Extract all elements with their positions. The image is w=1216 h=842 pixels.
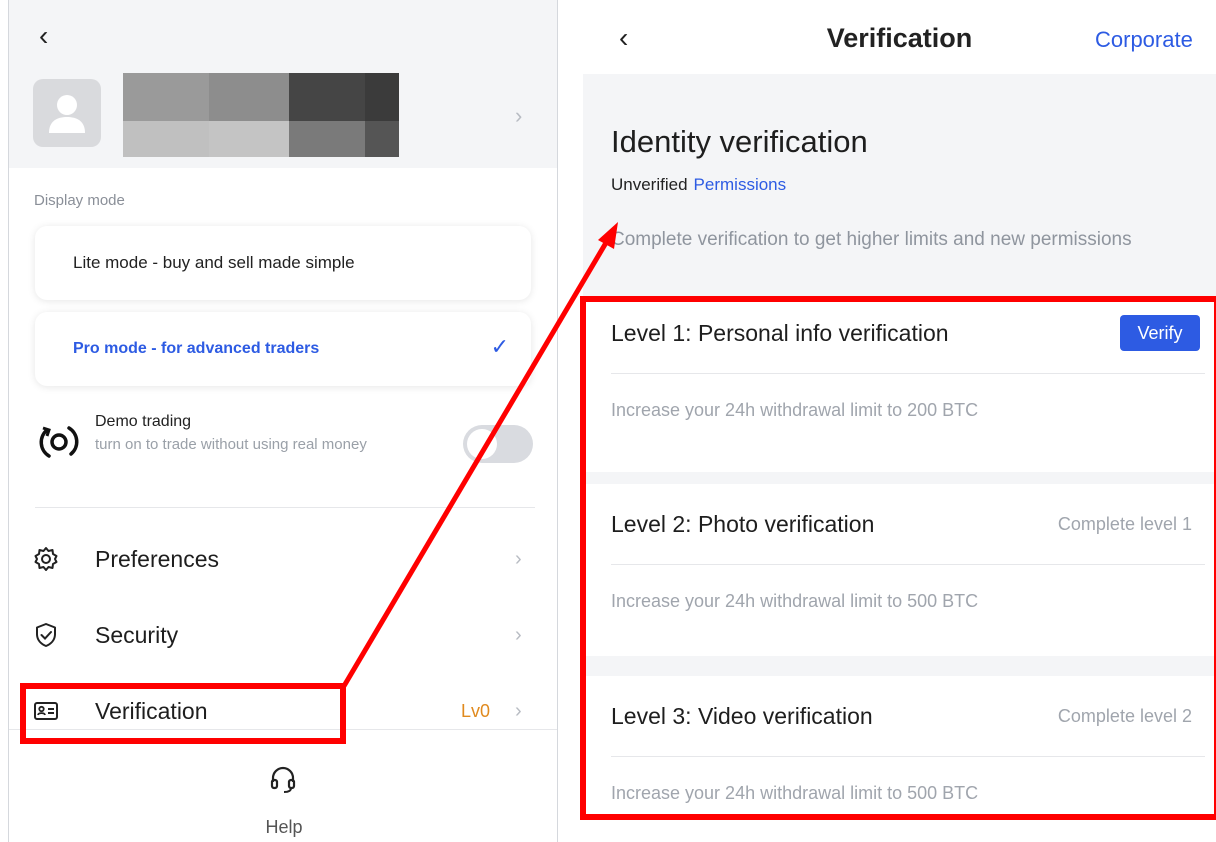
pro-mode-option[interactable]: Pro mode - for advanced traders ✓ xyxy=(35,312,531,386)
demo-trading-icon xyxy=(39,426,79,458)
checkmark-icon: ✓ xyxy=(490,334,509,359)
menu-item-preferences[interactable]: Preferences › xyxy=(9,534,557,584)
highlight-box-levels xyxy=(580,296,1216,820)
chevron-right-icon: › xyxy=(515,623,522,646)
gear-icon xyxy=(34,547,58,571)
demo-trading-subtitle: turn on to trade without using real mone… xyxy=(95,436,367,453)
highlight-box-verification xyxy=(20,683,346,744)
verification-level-badge: Lv0 xyxy=(461,700,491,721)
demo-trading-title: Demo trading xyxy=(95,413,192,430)
display-mode-label: Display mode xyxy=(34,192,125,209)
screenshot-stage: ‹ › Display mode Lite mode - buy and sel… xyxy=(0,0,1216,842)
chevron-right-icon: › xyxy=(515,547,522,570)
status-unverified: Unverified xyxy=(611,175,688,194)
headset-icon[interactable] xyxy=(269,764,297,794)
verification-header: ‹ Verification Corporate xyxy=(583,0,1216,74)
demo-trading-toggle[interactable] xyxy=(463,425,533,463)
blurred-username xyxy=(123,73,399,157)
help-label[interactable]: Help xyxy=(9,817,557,838)
lite-mode-label: Lite mode - buy and sell made simple xyxy=(73,253,355,272)
profile-chevron-icon[interactable]: › xyxy=(515,103,522,129)
corporate-link[interactable]: Corporate xyxy=(1095,27,1193,53)
pro-mode-label: Pro mode - for advanced traders xyxy=(73,340,320,357)
chevron-right-icon: › xyxy=(515,699,522,722)
lite-mode-option[interactable]: Lite mode - buy and sell made simple xyxy=(35,226,531,300)
back-chevron-icon[interactable]: ‹ xyxy=(39,22,48,50)
verification-intro: Complete verification to get higher limi… xyxy=(611,229,1132,250)
verification-status: Unverified Permissions xyxy=(611,175,786,195)
divider xyxy=(35,507,535,508)
menu-label-security: Security xyxy=(95,621,179,648)
menu-item-security[interactable]: Security › xyxy=(9,610,557,660)
shield-check-icon xyxy=(36,623,56,647)
permissions-link[interactable]: Permissions xyxy=(694,175,787,194)
user-placeholder-icon xyxy=(49,95,85,133)
avatar[interactable] xyxy=(33,79,101,147)
identity-verification-title: Identity verification xyxy=(611,124,868,159)
menu-label-preferences: Preferences xyxy=(95,545,220,572)
